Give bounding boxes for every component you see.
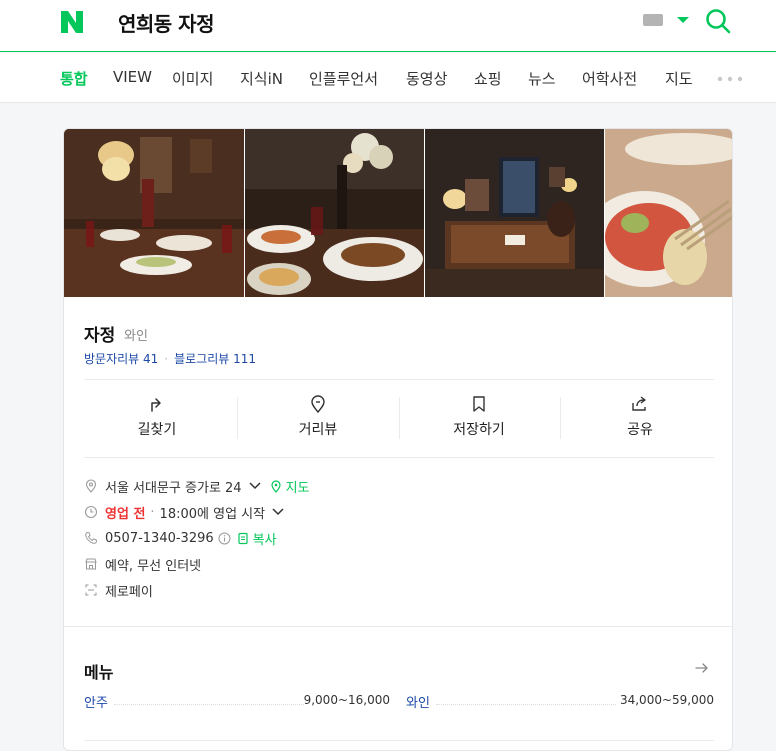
store-icon: [85, 558, 97, 570]
photo-dessert[interactable]: [605, 129, 732, 297]
place-category: 와인: [124, 329, 148, 344]
blog-reviews-link[interactable]: 블로그리뷰 111: [174, 352, 256, 366]
directions-icon: [151, 398, 161, 412]
map-link[interactable]: 지도: [286, 477, 310, 496]
menu-item[interactable]: 안주 9,000~16,000: [84, 692, 390, 711]
hours-text: 18:00에 영업 시작: [159, 506, 266, 522]
tab-video[interactable]: 동영상: [406, 68, 447, 89]
street-view-label: 거리뷰: [298, 422, 338, 438]
menu-item-name: 안주: [84, 696, 108, 711]
menu-title: 메뉴: [84, 663, 114, 682]
map-pin-icon: [270, 479, 281, 493]
address-row: 서울 서대문구 증가로 24 지도: [84, 476, 310, 496]
leader-line: [114, 704, 304, 705]
menu-item-price: 34,000~59,000: [619, 693, 714, 707]
open-status: 영업 전: [105, 506, 146, 522]
amenities-text: 예약, 무선 인터넷: [105, 558, 202, 574]
tab-influencer[interactable]: 인플루언서: [309, 68, 378, 89]
chevron-down-icon[interactable]: [248, 481, 262, 491]
phone-icon: [85, 531, 98, 544]
share-icon: [632, 396, 646, 411]
divider: [84, 740, 714, 741]
copy-button[interactable]: 복사: [253, 529, 277, 548]
scan-pay-icon: [85, 584, 97, 596]
photo-dining-table[interactable]: [64, 129, 244, 297]
keyboard-icon[interactable]: [643, 14, 663, 26]
bookmark-icon: [473, 396, 485, 412]
tab-view[interactable]: VIEW: [113, 68, 152, 86]
section-divider: [64, 626, 732, 627]
photo-wine-dishes[interactable]: [245, 129, 424, 297]
share-button[interactable]: 공유: [575, 395, 705, 443]
chevron-down-icon[interactable]: [271, 507, 285, 517]
tab-images[interactable]: 이미지: [172, 68, 213, 89]
search-tabs: 통합 VIEW 이미지 지식iN 인플루언서 동영상 쇼핑 뉴스 어학사전 지도: [0, 53, 776, 103]
phone-row: 0507-1340-3296 복사: [84, 528, 277, 548]
address-text: 서울 서대문구 증가로 24: [105, 480, 242, 496]
search-header: 연희동 자정: [0, 0, 776, 52]
more-icon[interactable]: [717, 76, 743, 82]
divider: [84, 379, 714, 380]
save-label: 저장하기: [453, 422, 505, 438]
tab-integrated[interactable]: 통합: [60, 68, 88, 89]
action-separator: [237, 397, 238, 439]
copy-icon: [238, 532, 248, 544]
review-links: 방문자리뷰 41 · 블로그리뷰 111: [84, 350, 256, 367]
menu-item-name: 와인: [406, 696, 430, 711]
photo-strip[interactable]: [64, 129, 732, 297]
payment-text: 제로페이: [105, 584, 153, 600]
clock-icon: [84, 505, 98, 519]
search-query[interactable]: 연희동 자정: [118, 8, 214, 37]
tab-shopping[interactable]: 쇼핑: [474, 68, 502, 89]
tab-dictionary[interactable]: 어학사전: [582, 68, 637, 89]
location-icon: [85, 479, 97, 493]
tab-knowledge-in[interactable]: 지식iN: [240, 68, 283, 89]
hours-row: 영업 전 · 18:00에 영업 시작: [84, 502, 285, 522]
tab-map[interactable]: 지도: [665, 68, 693, 89]
action-separator: [399, 397, 400, 439]
directions-label: 길찾기: [137, 422, 177, 438]
place-name[interactable]: 자정: [84, 321, 115, 346]
share-label: 공유: [627, 422, 653, 438]
amenities-row: 예약, 무선 인터넷: [84, 554, 201, 574]
separator-dot: ·: [164, 352, 169, 366]
payment-row: 제로페이: [84, 580, 153, 600]
phone-number: 0507-1340-3296: [105, 530, 214, 546]
menu-item[interactable]: 와인 34,000~59,000: [406, 692, 714, 711]
map-pin-icon: [311, 395, 325, 413]
info-icon[interactable]: [218, 532, 231, 545]
arrow-right-icon[interactable]: [695, 662, 709, 674]
separator-dot: ·: [150, 504, 155, 520]
divider: [84, 457, 714, 458]
save-button[interactable]: 저장하기: [414, 395, 544, 443]
action-separator: [560, 397, 561, 439]
place-card: 자정 와인 방문자리뷰 41 · 블로그리뷰 111 길찾기 거리뷰 저장하기 공유: [63, 128, 733, 751]
chevron-down-icon[interactable]: [677, 17, 689, 23]
naver-logo[interactable]: [59, 9, 85, 35]
photo-interior[interactable]: [425, 129, 604, 297]
visitor-reviews-link[interactable]: 방문자리뷰 41: [84, 352, 158, 366]
menu-item-price: 9,000~16,000: [303, 693, 390, 707]
tab-news[interactable]: 뉴스: [528, 68, 556, 89]
street-view-button[interactable]: 거리뷰: [253, 395, 383, 443]
search-icon[interactable]: [705, 8, 731, 34]
directions-button[interactable]: 길찾기: [92, 395, 222, 443]
leader-line: [436, 704, 616, 705]
